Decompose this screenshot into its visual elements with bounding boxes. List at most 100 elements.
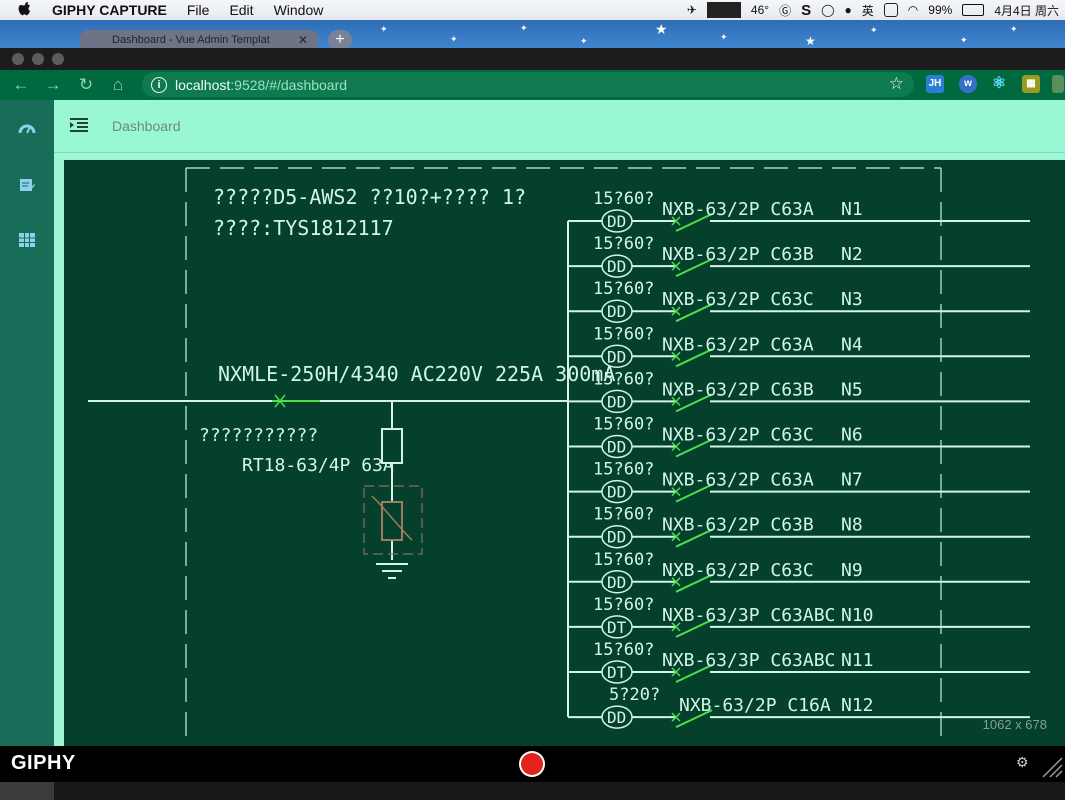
circuit-meter-type: DD xyxy=(607,438,626,457)
bookmark-star-icon[interactable]: ☆ xyxy=(889,74,904,94)
extension-grid-icon[interactable]: ▦ xyxy=(1022,75,1040,93)
circuit-meter-type: DT xyxy=(607,618,627,637)
circuit-breaker-model: NXB-63/2P C63A xyxy=(662,199,814,220)
circuit-name: N9 xyxy=(841,560,863,581)
apple-icon[interactable] xyxy=(18,0,32,20)
window-menu[interactable]: Window xyxy=(274,2,324,18)
dashboard-icon[interactable] xyxy=(18,121,36,137)
form-icon[interactable] xyxy=(18,177,36,193)
circuit-meter-type: DD xyxy=(607,528,626,547)
circuit-name: N5 xyxy=(841,379,863,400)
branch-circuits: 15?60? DD NXB-63/2P C63A N1 15?60? DD NXB-63/2… xyxy=(568,189,1030,729)
browser-tab[interactable]: Dashboard - Vue Admin Templat ✕ xyxy=(80,30,318,48)
circuit-breaker-model: NXB-63/3P C63ABC xyxy=(662,650,835,671)
circuit-power-label: 15?60? xyxy=(593,550,654,570)
extension-react-icon[interactable]: ⚛ xyxy=(990,75,1008,93)
circuit-breaker-model: NXB-63/2P C63A xyxy=(662,470,814,491)
circuit-breaker-model: NXB-63/2P C63C xyxy=(662,425,814,446)
cpu-monitor-icon[interactable] xyxy=(706,2,741,18)
info-icon[interactable]: i xyxy=(151,76,167,93)
circuit-breaker-model: NXB-63/2P C16A xyxy=(679,695,831,716)
circuit-meter-type: DD xyxy=(607,708,626,727)
circuit-meter-type: DD xyxy=(607,573,626,592)
file-menu[interactable]: File xyxy=(187,2,210,18)
giphy-logo: GIPHY xyxy=(11,752,76,774)
back-icon[interactable]: ← xyxy=(10,74,32,96)
circuit-name: N3 xyxy=(841,289,863,310)
circuit-name: N8 xyxy=(841,515,863,536)
ime-indicator[interactable]: 英 xyxy=(862,2,874,19)
circuit-breaker-model: NXB-63/2P C63B xyxy=(662,244,814,265)
forward-icon[interactable]: → xyxy=(42,74,64,96)
circuit-meter-type: DD xyxy=(607,347,626,366)
circuit-meter-type: DD xyxy=(607,212,626,231)
circuit-power-label: 15?60? xyxy=(593,369,654,389)
gear-icon[interactable]: ⚙ xyxy=(1016,754,1029,771)
new-tab-button[interactable]: + xyxy=(328,30,352,48)
extension-w-icon[interactable]: w xyxy=(959,75,977,93)
circuit-name: N4 xyxy=(841,334,863,355)
s-icon[interactable]: S xyxy=(801,2,811,19)
tab-close-icon[interactable]: ✕ xyxy=(298,30,308,48)
url-host: localhost xyxy=(175,76,231,93)
giphy-capture-bar: GIPHY ⚙ xyxy=(0,746,1065,782)
close-window-button[interactable] xyxy=(12,53,24,65)
circuit-power-label: 15?60? xyxy=(593,595,654,615)
circuit-meter-type: DD xyxy=(607,483,626,502)
fuse-symbol xyxy=(381,428,403,464)
circuit-name: N12 xyxy=(841,695,874,716)
breadcrumb[interactable]: Dashboard xyxy=(112,118,181,134)
wifi-icon[interactable]: ◠ xyxy=(908,3,918,17)
url-path: :9528/#/dashboard xyxy=(230,76,348,93)
circuit-power-label: 15?60? xyxy=(593,234,654,254)
extension-extra-icon[interactable] xyxy=(1052,75,1064,93)
edit-menu[interactable]: Edit xyxy=(229,2,253,18)
window-title-bar xyxy=(0,48,1065,70)
circuit-name: N6 xyxy=(841,425,863,446)
circuit-breaker-model: NXB-63/2P C63C xyxy=(662,289,814,310)
circuit-breaker-model: NXB-63/2P C63C xyxy=(662,560,814,581)
airplane-icon[interactable]: ✈ xyxy=(687,3,697,17)
maximize-window-button[interactable] xyxy=(52,53,64,65)
window-bottom-edge xyxy=(0,782,1065,800)
home-icon[interactable]: ⌂ xyxy=(107,74,129,96)
cad-drawing-viewer[interactable]: ?????D5-AWS2 ??10?+???? 1? ????:TYS18121… xyxy=(64,160,1065,746)
circuit-power-label: 5?20? xyxy=(609,685,660,705)
hamburger-icon[interactable] xyxy=(70,117,88,133)
s-app-icon[interactable] xyxy=(883,3,898,17)
temperature[interactable]: 46° xyxy=(751,3,769,17)
circuit-meter-type: DT xyxy=(607,663,627,682)
circuit-breaker-model: NXB-63/2P C63B xyxy=(662,515,814,536)
browser-toolbar: ← → ↻ ⌂ i localhost:9528/#/dashboard ☆ J… xyxy=(0,70,1065,100)
circuit-breaker-model: NXB-63/2P C63B xyxy=(662,379,814,400)
circuit-power-label: 15?60? xyxy=(593,505,654,525)
table-icon[interactable] xyxy=(18,233,36,249)
cabinet-header: ?????D5-AWS2 ??10?+???? 1? xyxy=(213,185,526,209)
address-bar[interactable]: i localhost:9528/#/dashboard ☆ xyxy=(142,72,914,97)
date-time[interactable]: 4月4日 周六 xyxy=(994,2,1059,19)
circuit-name: N11 xyxy=(841,650,874,671)
circuit-breaker-model: NXB-63/3P C63ABC xyxy=(662,605,835,626)
record-button[interactable] xyxy=(521,753,543,775)
circuit-power-label: 15?60? xyxy=(593,279,654,299)
mac-menu-bar: GIPHY CAPTURE File Edit Window ✈ 46° Ⓖ S… xyxy=(0,0,1065,20)
reload-icon[interactable]: ↻ xyxy=(75,74,97,96)
desktop-background: ✦ ✦ ✦ ✦ ★ ✦ ★ ✦ ✦ ✦ Dashboard - Vue Admi… xyxy=(0,20,1065,48)
minimize-window-button[interactable] xyxy=(32,53,44,65)
circuit-meter-type: DD xyxy=(607,392,626,411)
main-breaker-label: NXMLE-250H/4340 AC220V 225A 300mA xyxy=(218,362,615,386)
battery-icon[interactable] xyxy=(962,4,985,16)
circuit-meter-type: DD xyxy=(607,257,626,276)
wechat-icon[interactable]: ● xyxy=(845,3,852,17)
spd-symbol xyxy=(381,501,403,541)
app-name-menu[interactable]: GIPHY CAPTURE xyxy=(52,2,167,18)
extension-jh-icon[interactable]: JH xyxy=(926,75,944,93)
circuit-power-label: 15?60? xyxy=(593,460,654,480)
fuse-label: RT18-63/4P 63A xyxy=(242,455,394,476)
resize-handle-icon[interactable] xyxy=(1041,756,1063,778)
circuit-power-label: 15?60? xyxy=(593,415,654,435)
circuit-name: N10 xyxy=(841,605,874,626)
chat-icon[interactable]: ◯ xyxy=(821,3,834,17)
g-icon[interactable]: Ⓖ xyxy=(779,2,791,19)
canvas-size-label: 1062 x 678 xyxy=(982,717,1047,732)
